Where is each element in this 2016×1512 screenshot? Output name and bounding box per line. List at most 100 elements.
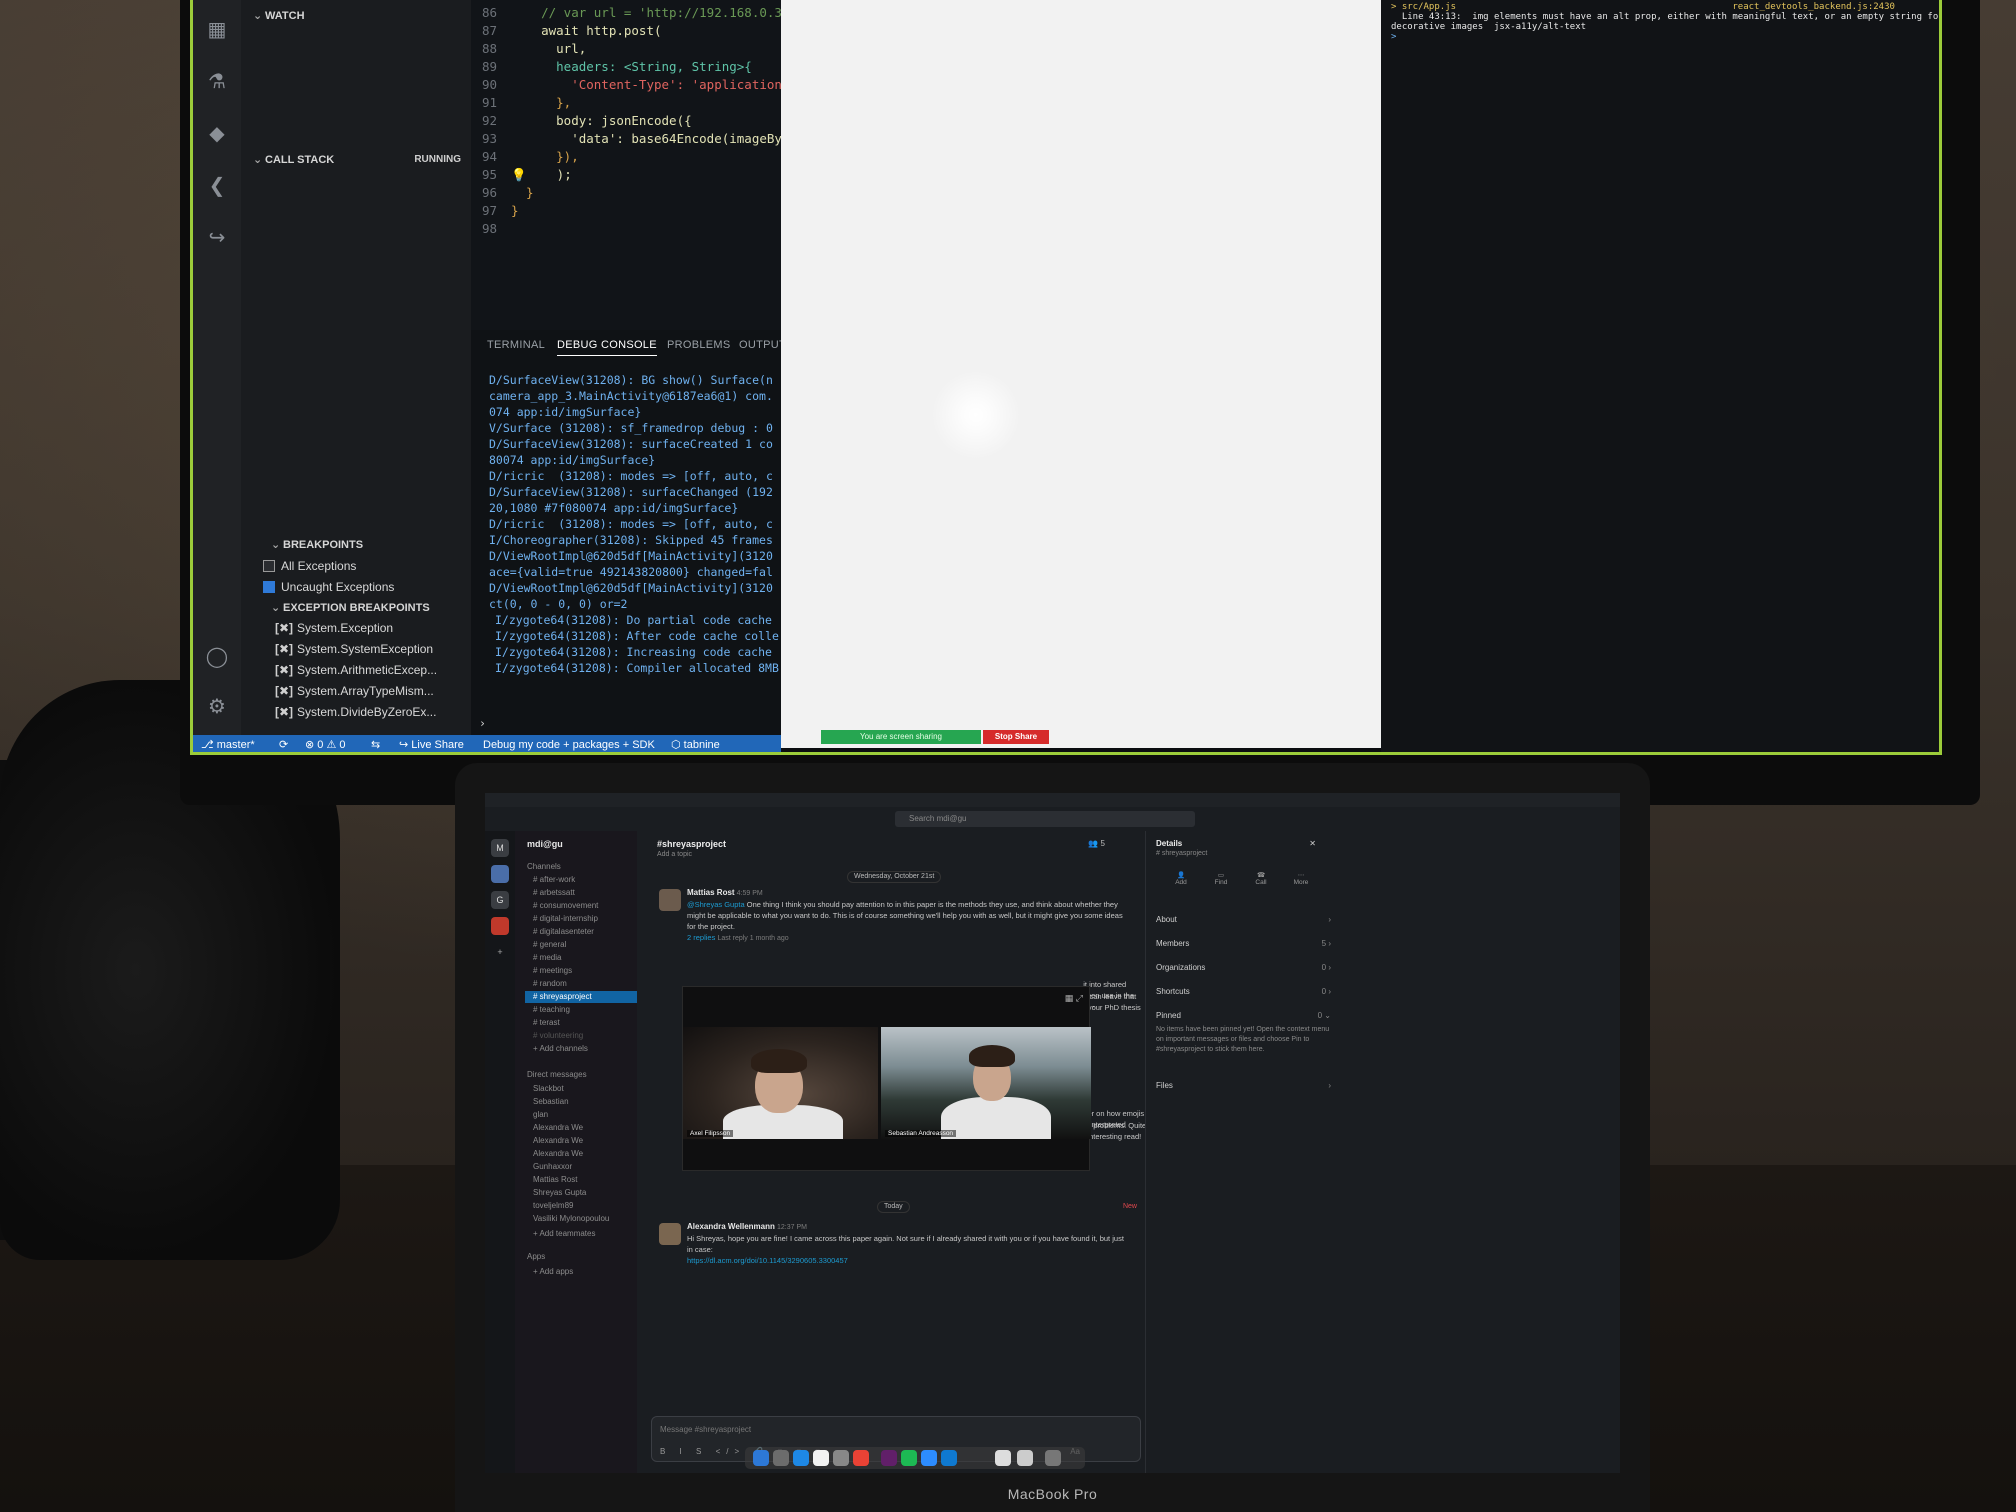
vscode-icon[interactable]: [941, 1450, 957, 1466]
details-pinned-row[interactable]: Pinned 0 ⌄: [1156, 1009, 1331, 1023]
call-button[interactable]: ☎ Call: [1246, 871, 1276, 886]
add-teammates-button[interactable]: + Add teammates: [533, 1228, 595, 1240]
avatar[interactable]: [659, 889, 681, 911]
sidebar-channel[interactable]: # arbetssatt: [533, 887, 575, 899]
console-prompt[interactable]: >: [1391, 32, 1396, 42]
dm-item[interactable]: Mattias Rost: [533, 1174, 577, 1186]
dm-item[interactable]: Shreyas Gupta: [533, 1187, 586, 1199]
remote-icon[interactable]: ⇆: [371, 735, 380, 752]
lightbulb-icon[interactable]: 💡: [511, 167, 527, 182]
code-editor[interactable]: 86 // var url = 'http://192.168.0.32:...…: [471, 0, 820, 330]
document-thumbnail-icon[interactable]: [1017, 1450, 1033, 1466]
sidebar-channel[interactable]: # digital-internship: [533, 913, 598, 925]
exception-breakpoint-item[interactable]: [✖] System.ArrayTypeMism...: [275, 681, 434, 701]
debug-config-status[interactable]: Debug my code + packages + SDK: [483, 735, 655, 752]
tab-problems[interactable]: PROBLEMS: [667, 339, 731, 351]
tab-output[interactable]: OUTPUT: [739, 339, 786, 351]
sidebar-channel[interactable]: # volunteering: [533, 1030, 583, 1042]
details-about-row[interactable]: About ›: [1156, 913, 1331, 927]
live-share-status[interactable]: ↪ Live Share: [399, 735, 464, 752]
notes-icon[interactable]: [813, 1450, 829, 1466]
breakpoints-section-header[interactable]: ⌄ BREAKPOINTS: [259, 535, 489, 555]
add-workspace-icon[interactable]: +: [491, 943, 509, 961]
extensions-icon[interactable]: ▦: [205, 18, 229, 42]
exception-breakpoint-item[interactable]: [✖] System.ArithmeticExcep...: [275, 660, 437, 680]
zoom-window-controls[interactable]: ▦ ⤢: [1065, 993, 1083, 1004]
document-thumbnail-icon[interactable]: [995, 1450, 1011, 1466]
problems-status[interactable]: ⊗ 0 ⚠ 0: [305, 735, 346, 752]
slack-icon[interactable]: [881, 1450, 897, 1466]
details-organizations-row[interactable]: Organizations 0 ›: [1156, 961, 1331, 975]
spotify-icon[interactable]: [901, 1450, 917, 1466]
details-files-row[interactable]: Files ›: [1156, 1079, 1331, 1093]
exception-breakpoints-header[interactable]: ⌄ EXCEPTION BREAKPOINTS: [259, 598, 489, 618]
member-count[interactable]: 👥 5: [1088, 839, 1105, 848]
checkbox[interactable]: [263, 560, 275, 572]
add-channels-button[interactable]: + Add channels: [533, 1043, 588, 1055]
preview-icon[interactable]: [833, 1450, 849, 1466]
tab-debug-console[interactable]: DEBUG CONSOLE: [557, 339, 657, 356]
add-member-button[interactable]: 👤 Add: [1166, 871, 1196, 886]
dm-item[interactable]: Gunhaxxor: [533, 1161, 572, 1173]
workspace-icon[interactable]: M: [491, 839, 509, 857]
tab-terminal[interactable]: TERMINAL: [487, 339, 545, 351]
workspace-icon[interactable]: [491, 865, 509, 883]
watch-section-header[interactable]: ⌄ WATCH: [241, 6, 471, 26]
close-icon[interactable]: ✕: [1296, 837, 1316, 851]
sync-icon[interactable]: ⟳: [279, 735, 288, 752]
checkbox-checked[interactable]: [263, 581, 275, 593]
dm-item[interactable]: Alexandra We: [533, 1122, 583, 1134]
sidebar-channel[interactable]: # after-work: [533, 874, 575, 886]
docker-icon[interactable]: ◆: [205, 122, 229, 146]
video-tile[interactable]: Sebastian Andreasson: [881, 1027, 1091, 1139]
workspace-icon[interactable]: [491, 917, 509, 935]
slack-search-input[interactable]: Search mdi@gu: [895, 811, 1195, 827]
launchpad-icon[interactable]: [773, 1450, 789, 1466]
branch-status[interactable]: ⎇ master*: [201, 735, 255, 752]
direct-messages-header[interactable]: Direct messages: [527, 1069, 587, 1081]
flutter-icon[interactable]: ❮: [205, 174, 229, 198]
add-apps-button[interactable]: + Add apps: [533, 1266, 573, 1278]
dm-item[interactable]: Alexandra We: [533, 1148, 583, 1160]
exception-breakpoint-item[interactable]: [✖] System.DivideByZeroEx...: [275, 702, 436, 722]
exception-breakpoint-item[interactable]: [✖] System.Exception: [275, 618, 393, 638]
details-members-row[interactable]: Members 5 ›: [1156, 937, 1331, 951]
dm-item[interactable]: Alexandra We: [533, 1135, 583, 1147]
channel-topic[interactable]: Add a topic: [657, 851, 692, 858]
callstack-section-header[interactable]: ⌄ CALL STACK RUNNING: [241, 150, 471, 170]
thread-replies-link[interactable]: 2 replies: [687, 933, 715, 942]
sidebar-channel[interactable]: # random: [533, 978, 567, 990]
sidebar-channel[interactable]: # terast: [533, 1017, 560, 1029]
finder-icon[interactable]: [753, 1450, 769, 1466]
chrome-icon[interactable]: [853, 1450, 869, 1466]
sidebar-channel-active[interactable]: # shreyasproject: [525, 991, 637, 1003]
sidebar-channel[interactable]: # general: [533, 939, 566, 951]
dm-item[interactable]: toveljelm89: [533, 1200, 573, 1212]
channels-header[interactable]: Channels: [527, 861, 561, 873]
sidebar-channel[interactable]: # meetings: [533, 965, 572, 977]
dm-item[interactable]: glan: [533, 1109, 548, 1121]
workspace-name[interactable]: mdi@gu: [527, 839, 563, 849]
breakpoint-uncaught-exceptions[interactable]: Uncaught Exceptions: [263, 577, 394, 597]
stop-share-button[interactable]: Stop Share: [983, 730, 1049, 744]
dm-item[interactable]: Sebastian: [533, 1096, 569, 1108]
paper-link[interactable]: https://dl.acm.org/doi/10.1145/3290605.3…: [687, 1256, 848, 1265]
zoom-icon[interactable]: [921, 1450, 937, 1466]
video-tile[interactable]: Axel Filipsson: [683, 1027, 878, 1139]
dm-item[interactable]: Slackbot: [533, 1083, 564, 1095]
breakpoint-all-exceptions[interactable]: All Exceptions: [263, 556, 356, 576]
testing-flask-icon[interactable]: ⚗: [205, 70, 229, 94]
account-icon[interactable]: ◯: [205, 645, 229, 669]
more-button[interactable]: ⋯ More: [1286, 871, 1316, 886]
sidebar-channel[interactable]: # media: [533, 952, 561, 964]
sidebar-channel[interactable]: # digitalasenteter: [533, 926, 594, 938]
channel-title[interactable]: #shreyasproject: [657, 839, 726, 849]
safari-icon[interactable]: [793, 1450, 809, 1466]
workspace-icon[interactable]: G: [491, 891, 509, 909]
console-input-chevron-icon[interactable]: ›: [479, 715, 486, 731]
trash-icon[interactable]: [1045, 1450, 1061, 1466]
find-button[interactable]: ▭ Find: [1206, 871, 1236, 886]
tabnine-status[interactable]: ⬡ tabnine: [671, 735, 720, 752]
details-shortcuts-row[interactable]: Shortcuts 0 ›: [1156, 985, 1331, 999]
avatar[interactable]: [659, 1223, 681, 1245]
